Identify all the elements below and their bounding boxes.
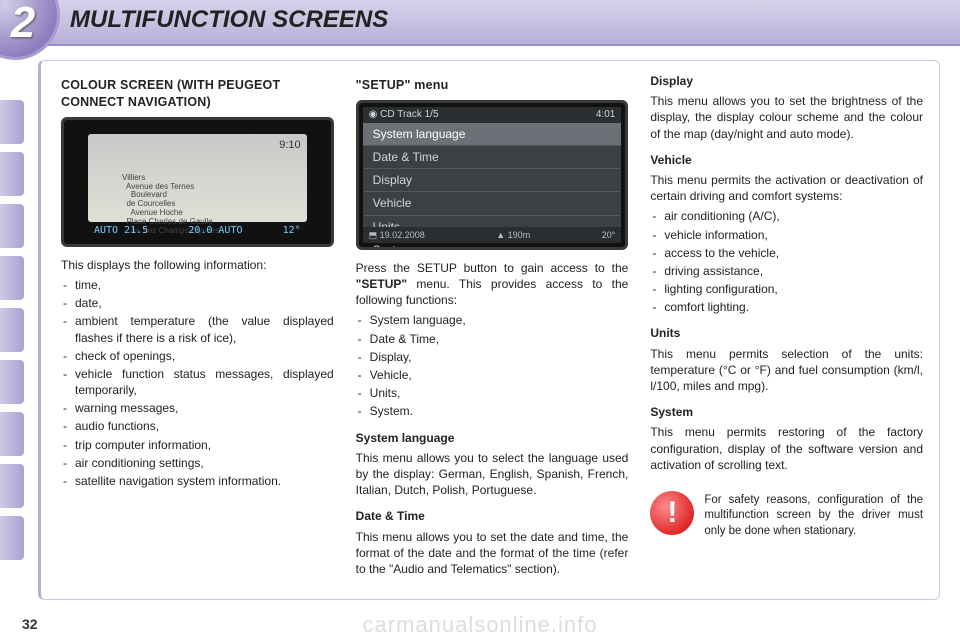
section-title-colour-screen: COLOUR SCREEN (WITH PEUGEOT CONNECT NAVI…: [61, 77, 334, 111]
setup-bold: "SETUP": [356, 277, 407, 291]
side-tab: [0, 412, 24, 456]
setup-bot-right: 20°: [602, 229, 616, 241]
side-tab: [0, 464, 24, 508]
side-tab: [0, 100, 24, 144]
warning-text: For safety reasons, configuration of the…: [704, 491, 923, 540]
column-1: COLOUR SCREEN (WITH PEUGEOT CONNECT NAVI…: [61, 73, 334, 587]
list-item: access to the vehicle,: [650, 245, 923, 261]
text: Press the SETUP button to gain access to…: [356, 261, 629, 275]
list-item: Vehicle,: [356, 367, 629, 383]
manual-page: 2 MULTIFUNCTION SCREENS COLOUR SCREEN (W…: [0, 0, 960, 640]
col1-intro: This displays the following information:: [61, 257, 334, 273]
system-body: This menu permits restoring of the facto…: [650, 424, 923, 473]
setup-menu-item: System language: [363, 123, 622, 146]
list-item: warning messages,: [61, 400, 334, 416]
nav-status-right: 12°: [283, 224, 301, 240]
warning-box: For safety reasons, configuration of the…: [650, 491, 923, 540]
setup-top-left: ◉ CD Track 1/5: [369, 108, 439, 122]
setup-screen: ◉ CD Track 1/5 4:01 System language Date…: [363, 107, 622, 243]
units-body: This menu permits selection of the units…: [650, 346, 923, 395]
col1-list: time, date, ambient temperature (the val…: [61, 277, 334, 489]
list-item: trip computer information,: [61, 437, 334, 453]
section-title-setup-menu: "SETUP" menu: [356, 77, 629, 94]
chapter-title: MULTIFUNCTION SCREENS: [70, 6, 388, 34]
nav-status-bar: AUTO 21.5 20.0 AUTO 12°: [88, 224, 307, 240]
list-item: audio functions,: [61, 418, 334, 434]
setup-menu-item: Date & Time: [363, 146, 622, 169]
side-tab: [0, 256, 24, 300]
list-item: lighting configuration,: [650, 281, 923, 297]
subheading-display: Display: [650, 73, 923, 89]
list-item: Date & Time,: [356, 331, 629, 347]
list-item: air conditioning (A/C),: [650, 208, 923, 224]
setup-bot-left: ⬒ 19.02.2008: [369, 229, 425, 241]
setup-screenshot: ◉ CD Track 1/5 4:01 System language Date…: [356, 100, 629, 250]
content-frame: COLOUR SCREEN (WITH PEUGEOT CONNECT NAVI…: [38, 60, 940, 600]
warning-icon: [650, 491, 694, 535]
list-item: vehicle information,: [650, 227, 923, 243]
chapter-number-badge: 2: [0, 0, 60, 60]
watermark: carmanualsonline.info: [0, 612, 960, 638]
side-tabs: [0, 100, 24, 560]
column-3: Display This menu allows you to set the …: [650, 73, 923, 587]
side-tab: [0, 308, 24, 352]
subheading-system-language: System language: [356, 430, 629, 446]
setup-menu-item: Display: [363, 169, 622, 192]
vehicle-body: This menu permits the activation or deac…: [650, 172, 923, 204]
list-item: air conditioning settings,: [61, 455, 334, 471]
date-time-body: This menu allows you to set the date and…: [356, 529, 629, 578]
nav-status-mid: 20.0 AUTO: [188, 224, 242, 240]
list-item: check of openings,: [61, 348, 334, 364]
list-item: System.: [356, 403, 629, 419]
setup-bot-mid: ▲ 190m: [496, 229, 530, 241]
list-item: time,: [61, 277, 334, 293]
nav-status-left: AUTO 21.5: [94, 224, 148, 240]
col2-list: System language, Date & Time, Display, V…: [356, 312, 629, 419]
list-item: System language,: [356, 312, 629, 328]
list-item: Units,: [356, 385, 629, 401]
subheading-vehicle: Vehicle: [650, 152, 923, 168]
subheading-date-time: Date & Time: [356, 508, 629, 524]
side-tab: [0, 360, 24, 404]
setup-botbar: ⬒ 19.02.2008 ▲ 190m 20°: [363, 227, 622, 243]
setup-menu-item: Vehicle: [363, 192, 622, 215]
nav-screenshot: 9:10 Villiers Avenue des Ternes Boulevar…: [61, 117, 334, 247]
subheading-system: System: [650, 404, 923, 420]
list-item: Display,: [356, 349, 629, 365]
side-tab: [0, 204, 24, 248]
system-language-body: This menu allows you to select the langu…: [356, 450, 629, 499]
subheading-units: Units: [650, 325, 923, 341]
list-item: vehicle function status messages, displa…: [61, 366, 334, 398]
chapter-number: 2: [11, 0, 35, 48]
setup-top-right: 4:01: [596, 108, 615, 122]
nav-screen: 9:10 Villiers Avenue des Ternes Boulevar…: [88, 134, 307, 222]
display-body: This menu allows you to set the brightne…: [650, 93, 923, 142]
list-item: ambient temperature (the value displayed…: [61, 313, 334, 345]
list-item: driving assistance,: [650, 263, 923, 279]
side-tab: [0, 516, 24, 560]
col2-intro: Press the SETUP button to gain access to…: [356, 260, 629, 309]
list-item: satellite navigation system information.: [61, 473, 334, 489]
side-tab: [0, 152, 24, 196]
setup-topbar: ◉ CD Track 1/5 4:01: [363, 107, 622, 123]
list-item: date,: [61, 295, 334, 311]
column-2: "SETUP" menu ◉ CD Track 1/5 4:01 System …: [356, 73, 629, 587]
list-item: comfort lighting.: [650, 299, 923, 315]
vehicle-list: air conditioning (A/C), vehicle informat…: [650, 208, 923, 315]
nav-clock: 9:10: [279, 138, 300, 153]
